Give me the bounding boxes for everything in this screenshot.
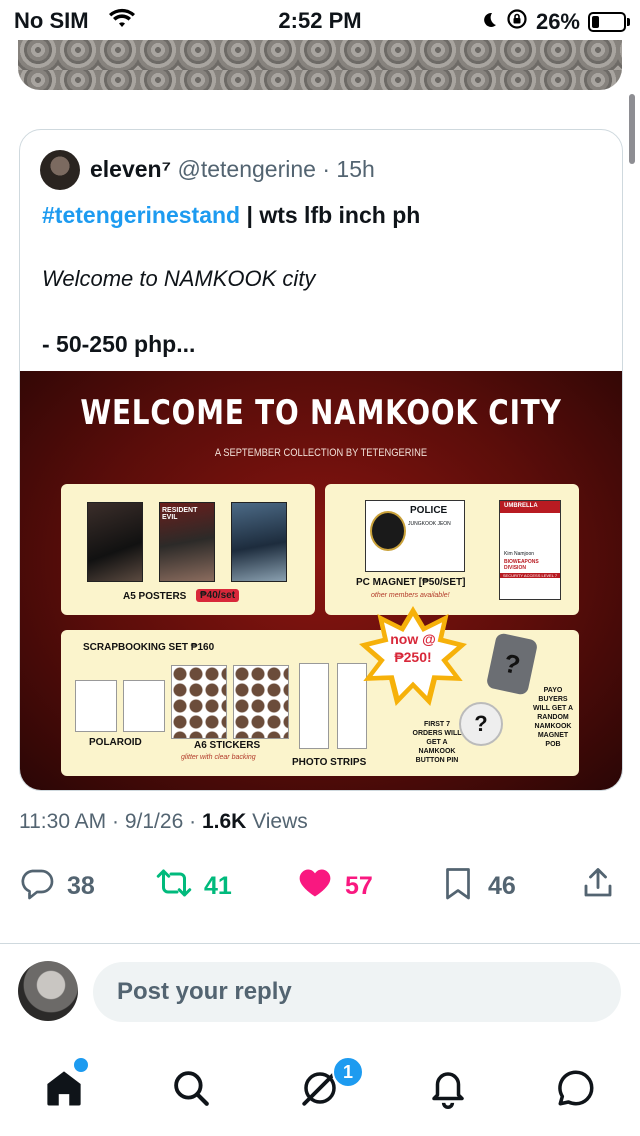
reply-composer: Post your reply bbox=[0, 961, 640, 1025]
rotation-lock-icon bbox=[506, 8, 528, 36]
repost-count: 41 bbox=[204, 871, 232, 900]
tweet-meta: 11:30 AM · 9/1/26 · 1.6K Views bbox=[19, 810, 308, 834]
umbrella-card-header: UMBRELLA bbox=[500, 501, 560, 513]
my-avatar[interactable] bbox=[18, 961, 78, 1021]
magnet-note: other members available! bbox=[371, 592, 450, 599]
promo-title: WELCOME TO NAMKOOK CITY bbox=[80, 393, 562, 433]
payo-note: PAYO BUYERS WILL GET A RANDOM NAMKOOK MA… bbox=[532, 687, 574, 748]
battery-percent: 26% bbox=[535, 9, 580, 34]
umbrella-card-name: Kim Namjoon bbox=[504, 551, 535, 557]
sticker-sheet-thumb bbox=[233, 665, 289, 739]
home-unread-dot bbox=[72, 1056, 90, 1074]
magnet-label: PC MAGNET [₱50/SET] bbox=[356, 577, 466, 588]
photo-strip-thumb bbox=[299, 663, 329, 749]
button-pin-icon: ? bbox=[459, 702, 503, 746]
bundle-now-label: now @ bbox=[390, 631, 436, 647]
tweet-line-2: Welcome to NAMKOOK city bbox=[42, 266, 316, 291]
bookmark-count: 46 bbox=[488, 871, 516, 900]
tweet-line-3: - 50-250 php... bbox=[42, 331, 196, 357]
grok-badge: 1 bbox=[332, 1056, 364, 1088]
first7-note: FIRST 7 ORDERS WILL GET A NAMKOOK BUTTON… bbox=[412, 721, 462, 764]
polaroid-thumb bbox=[75, 680, 117, 732]
reply-count: 38 bbox=[67, 871, 95, 900]
tab-notifications[interactable] bbox=[416, 1058, 480, 1122]
poster-thumb bbox=[87, 502, 143, 582]
tweet-date: 9/1/26 bbox=[124, 810, 184, 833]
like-button[interactable]: 57 bbox=[297, 862, 373, 910]
scrapbook-panel: SCRAPBOOKING SET ₱160 POLAROID A6 STICKE… bbox=[61, 606, 579, 776]
tab-search[interactable] bbox=[159, 1058, 223, 1122]
umbrella-card-access: SECURITY ACCESS LEVEL 7 bbox=[500, 573, 560, 578]
poster-text: RESIDENT EVIL bbox=[162, 507, 198, 521]
magnet-panel: POLICE JUNGKOOK JEON UMBRELLA Kim Namjoo… bbox=[325, 484, 579, 615]
strips-label: PHOTO STRIPS bbox=[292, 757, 367, 768]
status-bar: No SIM 2:52 PM 26% bbox=[0, 0, 640, 40]
promo-subtitle: A SEPTEMBER COLLECTION BY TETENGERINE bbox=[214, 447, 428, 459]
quoted-tweet-header: eleven⁷ @tetengerine · 15h bbox=[90, 156, 375, 183]
bottom-tab-bar: 1 bbox=[0, 1052, 640, 1136]
moon-icon bbox=[480, 9, 498, 35]
share-button[interactable] bbox=[580, 862, 616, 910]
battery-icon bbox=[588, 12, 630, 32]
umbrella-card: UMBRELLA Kim Namjoon BIOWEAPONS DIVISION… bbox=[499, 500, 561, 600]
umbrella-card-title: UMBRELLA bbox=[504, 503, 538, 509]
posters-price: ₱40/set bbox=[196, 589, 240, 602]
bundle-price: now @ ₱250! bbox=[369, 630, 457, 666]
share-icon bbox=[580, 865, 616, 908]
search-icon bbox=[170, 1067, 212, 1114]
poster-thumb bbox=[231, 502, 287, 582]
repost-button[interactable]: 41 bbox=[156, 862, 232, 910]
divider bbox=[0, 943, 640, 944]
tweet-text-rest: | wts lfb inch ph bbox=[240, 202, 421, 228]
police-card-title: POLICE bbox=[410, 505, 448, 516]
tweet-time: 11:30 AM bbox=[19, 810, 107, 833]
stickers-note: glitter with clear backing bbox=[181, 754, 256, 761]
police-card-name: JUNGKOOK JEON bbox=[408, 521, 451, 527]
stickers-label: A6 STICKERS bbox=[194, 740, 261, 751]
quoted-author-handle[interactable]: @tetengerine bbox=[178, 156, 316, 182]
bundle-price-value: ₱250! bbox=[394, 649, 432, 665]
reply-icon bbox=[19, 865, 55, 908]
photo-strip-thumb bbox=[337, 663, 367, 749]
quoted-tweet-age: 15h bbox=[336, 156, 375, 182]
sticker-sheet-thumb bbox=[171, 665, 227, 739]
reply-input[interactable]: Post your reply bbox=[93, 962, 621, 1022]
meta-separator: · bbox=[189, 810, 197, 833]
polaroid-label: POLAROID bbox=[89, 737, 142, 748]
hashtag-link[interactable]: #tetengerinestand bbox=[42, 202, 240, 228]
meta-separator: · bbox=[112, 810, 120, 833]
tab-messages[interactable] bbox=[544, 1058, 608, 1122]
like-count: 57 bbox=[345, 871, 373, 900]
quoted-author-avatar[interactable] bbox=[40, 150, 80, 190]
status-right: 26% bbox=[480, 8, 630, 36]
views-label[interactable]: Views bbox=[252, 810, 308, 833]
bookmark-icon bbox=[440, 865, 476, 908]
bookmark-button[interactable]: 46 bbox=[440, 862, 516, 910]
poster-thumb: RESIDENT EVIL bbox=[159, 502, 215, 582]
scrapbook-label: SCRAPBOOKING SET ₱160 bbox=[83, 642, 215, 653]
reply-button[interactable]: 38 bbox=[19, 862, 95, 910]
polaroid-thumb bbox=[123, 680, 165, 732]
tweet-media-image[interactable]: WELCOME TO NAMKOOK CITY A SEPTEMBER COLL… bbox=[20, 371, 622, 790]
posters-panel: RESIDENT EVIL A5 POSTERS ₱40/set bbox=[61, 484, 315, 615]
previous-tweet-image[interactable] bbox=[18, 40, 622, 90]
views-count[interactable]: 1.6K bbox=[202, 810, 246, 833]
repost-icon bbox=[156, 865, 192, 908]
police-card: POLICE JUNGKOOK JEON bbox=[365, 500, 465, 572]
police-badge-icon bbox=[370, 511, 406, 551]
quoted-author-name[interactable]: eleven⁷ bbox=[90, 156, 171, 182]
separator-dot: · bbox=[322, 156, 331, 182]
quoted-tweet-text: #tetengerinestand | wts lfb inch ph Welc… bbox=[42, 200, 602, 357]
quoted-tweet[interactable]: eleven⁷ @tetengerine · 15h #tetengerines… bbox=[19, 129, 623, 791]
scrollbar[interactable] bbox=[629, 94, 635, 164]
umbrella-card-division: BIOWEAPONS DIVISION bbox=[504, 559, 539, 571]
bell-icon bbox=[427, 1067, 469, 1114]
posters-label: A5 POSTERS bbox=[123, 591, 187, 602]
chat-bubble-icon bbox=[555, 1067, 597, 1114]
heart-icon bbox=[297, 865, 333, 908]
tweet-actions: 38 41 57 46 bbox=[0, 862, 640, 910]
